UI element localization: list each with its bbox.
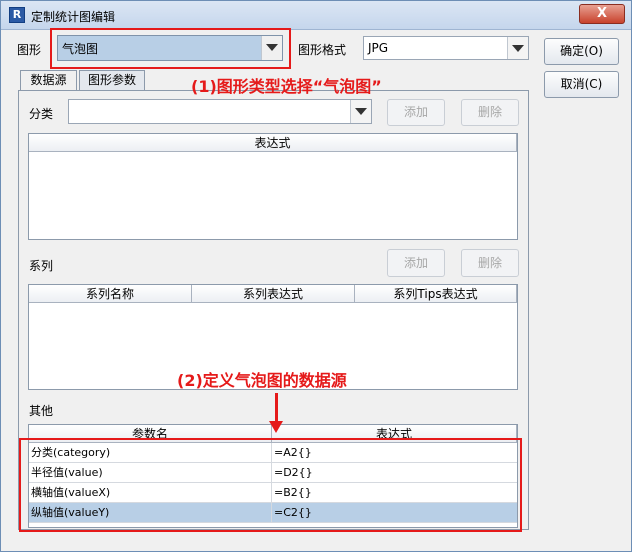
series-add-button[interactable]: 添加 (387, 249, 445, 277)
series-expression-header: 系列表达式 (192, 285, 355, 303)
chevron-down-icon[interactable] (350, 100, 371, 123)
arrow-down-icon (269, 421, 283, 433)
dialog-window: R 定制统计图编辑 X 图形 气泡图 图形格式 JPG 确定(O) 取消(C) … (0, 0, 632, 552)
annotation-step-1: (1)图形类型选择“气泡图” (191, 77, 382, 96)
series-name-header: 系列名称 (29, 285, 192, 303)
app-icon: R (9, 7, 25, 23)
ok-button[interactable]: 确定(O) (544, 38, 619, 65)
annotation-arrow-shaft (275, 393, 278, 423)
other-label: 其他 (29, 404, 54, 418)
category-table[interactable]: 表达式 (28, 133, 518, 240)
category-delete-button[interactable]: 删除 (461, 99, 519, 126)
graph-type-label: 图形 (17, 43, 42, 57)
category-select[interactable] (68, 99, 372, 124)
window-title: 定制统计图编辑 (31, 10, 116, 24)
graph-format-select[interactable]: JPG (363, 36, 529, 60)
tab-graph-params[interactable]: 图形参数 (79, 70, 145, 90)
chevron-down-icon[interactable] (507, 37, 528, 59)
graph-type-highlight-box (50, 28, 291, 69)
series-label: 系列 (29, 259, 54, 273)
category-label: 分类 (29, 107, 54, 121)
series-tips-header: 系列Tips表达式 (355, 285, 517, 303)
tab-data-source[interactable]: 数据源 (20, 70, 77, 91)
series-delete-button[interactable]: 删除 (461, 249, 519, 277)
data-source-highlight-box (19, 438, 522, 532)
cancel-button[interactable]: 取消(C) (544, 71, 619, 98)
category-expression-header: 表达式 (29, 134, 517, 152)
title-bar: R 定制统计图编辑 X (1, 1, 631, 30)
annotation-step-2: (2)定义气泡图的数据源 (177, 371, 347, 390)
graph-format-label: 图形格式 (298, 43, 347, 57)
close-button[interactable]: X (579, 4, 625, 24)
category-add-button[interactable]: 添加 (387, 99, 445, 126)
graph-format-value: JPG (368, 41, 389, 55)
